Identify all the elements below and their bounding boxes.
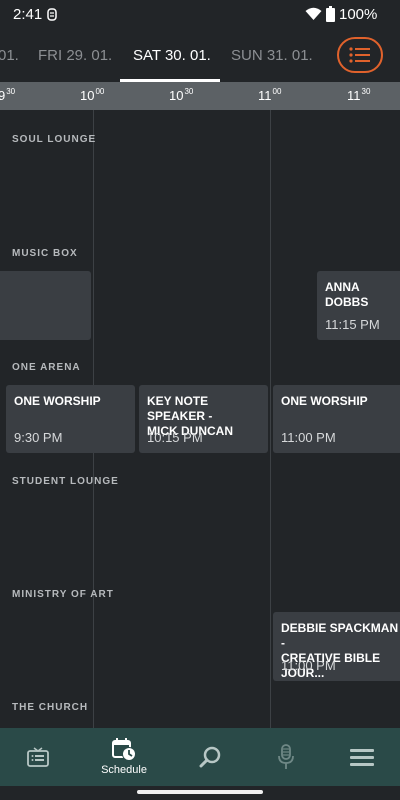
nav-news[interactable] <box>0 728 76 786</box>
nav-schedule[interactable]: Schedule <box>86 728 162 786</box>
event-time: 11:00 PM <box>281 658 336 673</box>
event-card[interactable]: KEY NOTE SPEAKER - MICK DUNCAN 10:15 PM <box>139 385 268 453</box>
time-label: 930 <box>0 87 16 103</box>
search-icon <box>199 746 221 768</box>
nav-speakers[interactable] <box>248 728 324 786</box>
time-label: 1100 <box>258 87 282 103</box>
menu-icon <box>350 749 374 766</box>
bottom-navigation: Schedule <box>0 728 400 786</box>
tab-thu[interactable]: 01. <box>0 47 19 64</box>
event-time: 11:15 PM <box>325 317 380 332</box>
event-title: ONE WORSHIP <box>14 394 101 408</box>
nav-menu[interactable] <box>324 728 400 786</box>
time-label: 1130 <box>347 87 371 103</box>
list-icon <box>349 47 370 63</box>
status-bar: 2:41 100% <box>0 0 400 30</box>
day-tabs: 01. FRI 29. 01. SAT 30. 01. SUN 31. 01. <box>0 30 400 82</box>
event-card[interactable]: ONE WORSHIP 11:00 PM <box>273 385 400 453</box>
home-gesture-bar[interactable] <box>137 790 263 794</box>
event-card[interactable]: DEBBIE SPACKMAN - CREATIVE BIBLE JOUR...… <box>273 612 400 681</box>
notification-icon <box>47 8 57 21</box>
grid-line <box>270 110 271 728</box>
nav-search[interactable] <box>172 728 248 786</box>
event-title: ANNA DOBBS <box>325 280 369 309</box>
tab-sun[interactable]: SUN 31. 01. <box>231 47 313 64</box>
room-label-the-church: THE CHURCH <box>12 702 89 713</box>
room-label-one-arena: ONE ARENA <box>12 362 81 373</box>
event-title: ONE WORSHIP <box>281 394 368 408</box>
event-card[interactable]: ANNA DOBBS 11:15 PM <box>317 271 400 340</box>
schedule-grid[interactable]: SOUL LOUNGE MUSIC BOX ONE ARENA STUDENT … <box>0 110 400 728</box>
gesture-area <box>0 786 400 800</box>
event-time: 10:15 PM <box>147 430 203 445</box>
tab-fri[interactable]: FRI 29. 01. <box>38 47 112 64</box>
room-label-ministry-of-art: MINISTRY OF ART <box>12 589 114 600</box>
time-ruler: 930 1000 1030 1100 1130 <box>0 82 400 110</box>
room-label-soul-lounge: SOUL LOUNGE <box>12 134 97 145</box>
event-card[interactable]: ONE WORSHIP 9:30 PM <box>6 385 135 453</box>
news-icon <box>27 747 49 767</box>
event-time: 9:30 PM <box>14 430 63 445</box>
list-view-button[interactable] <box>337 37 383 73</box>
event-time: 11:00 PM <box>281 430 336 445</box>
battery-icon <box>326 6 335 22</box>
nav-label-schedule: Schedule <box>101 764 147 776</box>
tab-sat[interactable]: SAT 30. 01. <box>133 47 211 64</box>
time-label: 1000 <box>80 87 105 103</box>
wifi-icon <box>305 7 322 20</box>
event-card[interactable] <box>0 271 91 340</box>
room-label-music-box: MUSIC BOX <box>12 248 78 259</box>
schedule-icon <box>112 738 136 761</box>
status-time: 2:41 <box>13 6 43 23</box>
time-label: 1030 <box>169 87 194 103</box>
room-label-student-lounge: STUDENT LOUNGE <box>12 476 119 487</box>
battery-percentage: 100% <box>339 6 378 23</box>
microphone-icon <box>278 744 294 769</box>
